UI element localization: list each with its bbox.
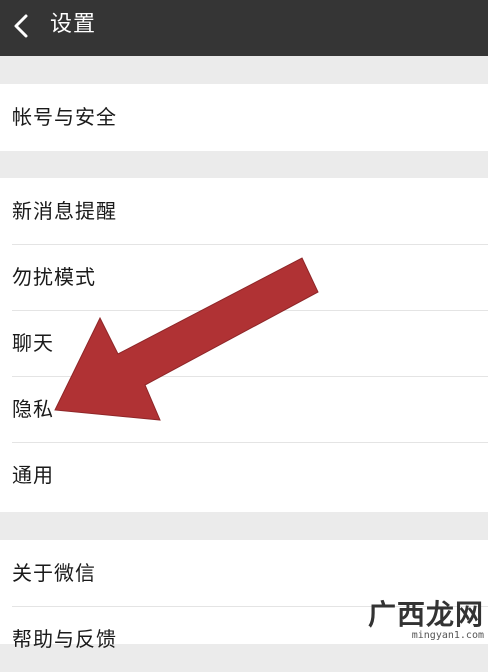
page-title: 设置: [50, 12, 97, 37]
settings-item-do-not-disturb[interactable]: 勿扰模式: [0, 244, 488, 310]
watermark: 广西龙网 mingyan1.com: [368, 600, 484, 642]
top-bar: 设置: [0, 0, 488, 56]
settings-item-privacy[interactable]: 隐私: [0, 376, 488, 442]
settings-item-about-wechat[interactable]: 关于微信: [0, 540, 488, 606]
settings-item-chat[interactable]: 聊天: [0, 310, 488, 376]
chevron-left-icon[interactable]: [12, 12, 32, 40]
watermark-site: mingyan1.com: [411, 630, 484, 641]
settings-item-account-security[interactable]: 帐号与安全: [0, 84, 488, 150]
settings-item-general[interactable]: 通用: [0, 442, 488, 508]
settings-item-notifications[interactable]: 新消息提醒: [0, 178, 488, 244]
settings-group-preferences: 新消息提醒 勿扰模式 聊天 隐私 通用: [0, 178, 488, 512]
settings-group-account: 帐号与安全: [0, 84, 488, 151]
watermark-logo: 广西龙网: [367, 598, 484, 631]
